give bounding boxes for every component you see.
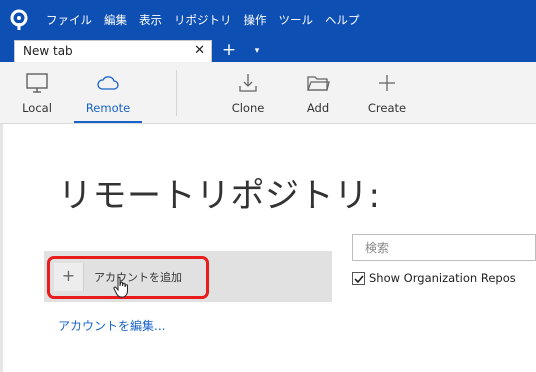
folder-icon xyxy=(307,76,330,91)
search-box[interactable] xyxy=(352,234,536,261)
toolbar: Local Remote Clone Add Create xyxy=(0,62,536,124)
menu-tools[interactable]: ツール xyxy=(279,12,314,28)
menu-view[interactable]: 表示 xyxy=(139,12,162,28)
remote-label: Remote xyxy=(85,101,131,115)
edit-accounts-link[interactable]: アカウントを編集... xyxy=(58,317,165,334)
download-tray-icon xyxy=(239,74,257,92)
show-org-repos-checkbox[interactable] xyxy=(352,272,365,285)
check-icon xyxy=(354,275,364,284)
toolbar-divider xyxy=(176,70,177,116)
content-border xyxy=(0,124,3,372)
menu-file[interactable]: ファイル xyxy=(46,12,92,28)
menu-actions[interactable]: 操作 xyxy=(244,12,267,28)
show-org-repos-label: Show Organization Repos xyxy=(369,271,516,285)
add-tab-button[interactable]: + xyxy=(220,40,238,62)
remote-button[interactable]: Remote xyxy=(74,62,142,123)
main-menu: ファイル 編集 表示 リポジトリ 操作 ツール ヘルプ xyxy=(46,12,372,28)
monitor-icon xyxy=(26,73,48,93)
add-button[interactable]: Add xyxy=(296,62,340,123)
search-input[interactable] xyxy=(353,235,535,260)
close-icon[interactable]: ✕ xyxy=(194,43,205,58)
clone-label: Clone xyxy=(231,101,265,115)
menu-bar: ファイル 編集 表示 リポジトリ 操作 ツール ヘルプ xyxy=(0,0,536,40)
clone-button[interactable]: Clone xyxy=(224,62,272,123)
app-logo-icon[interactable] xyxy=(8,9,30,31)
local-label: Local xyxy=(22,101,52,115)
cloud-icon xyxy=(97,76,119,90)
tab-label: New tab xyxy=(23,44,73,58)
tab-strip: New tab ✕ + ▾ xyxy=(0,40,536,62)
menu-edit[interactable]: 編集 xyxy=(104,12,127,28)
page-title: リモートリポジトリ: xyxy=(58,176,381,216)
local-button[interactable]: Local xyxy=(10,62,64,123)
active-tab-indicator xyxy=(74,121,142,123)
menu-repository[interactable]: リポジトリ xyxy=(174,12,232,28)
menu-help[interactable]: ヘルプ xyxy=(325,12,360,28)
create-button[interactable]: Create xyxy=(362,62,412,123)
chevron-down-icon[interactable]: ▾ xyxy=(250,40,264,62)
hand-cursor-icon xyxy=(113,276,128,298)
plus-icon xyxy=(379,75,395,91)
add-label: Add xyxy=(306,101,330,115)
tab-new-tab[interactable]: New tab ✕ xyxy=(14,40,212,62)
create-label: Create xyxy=(367,101,407,115)
